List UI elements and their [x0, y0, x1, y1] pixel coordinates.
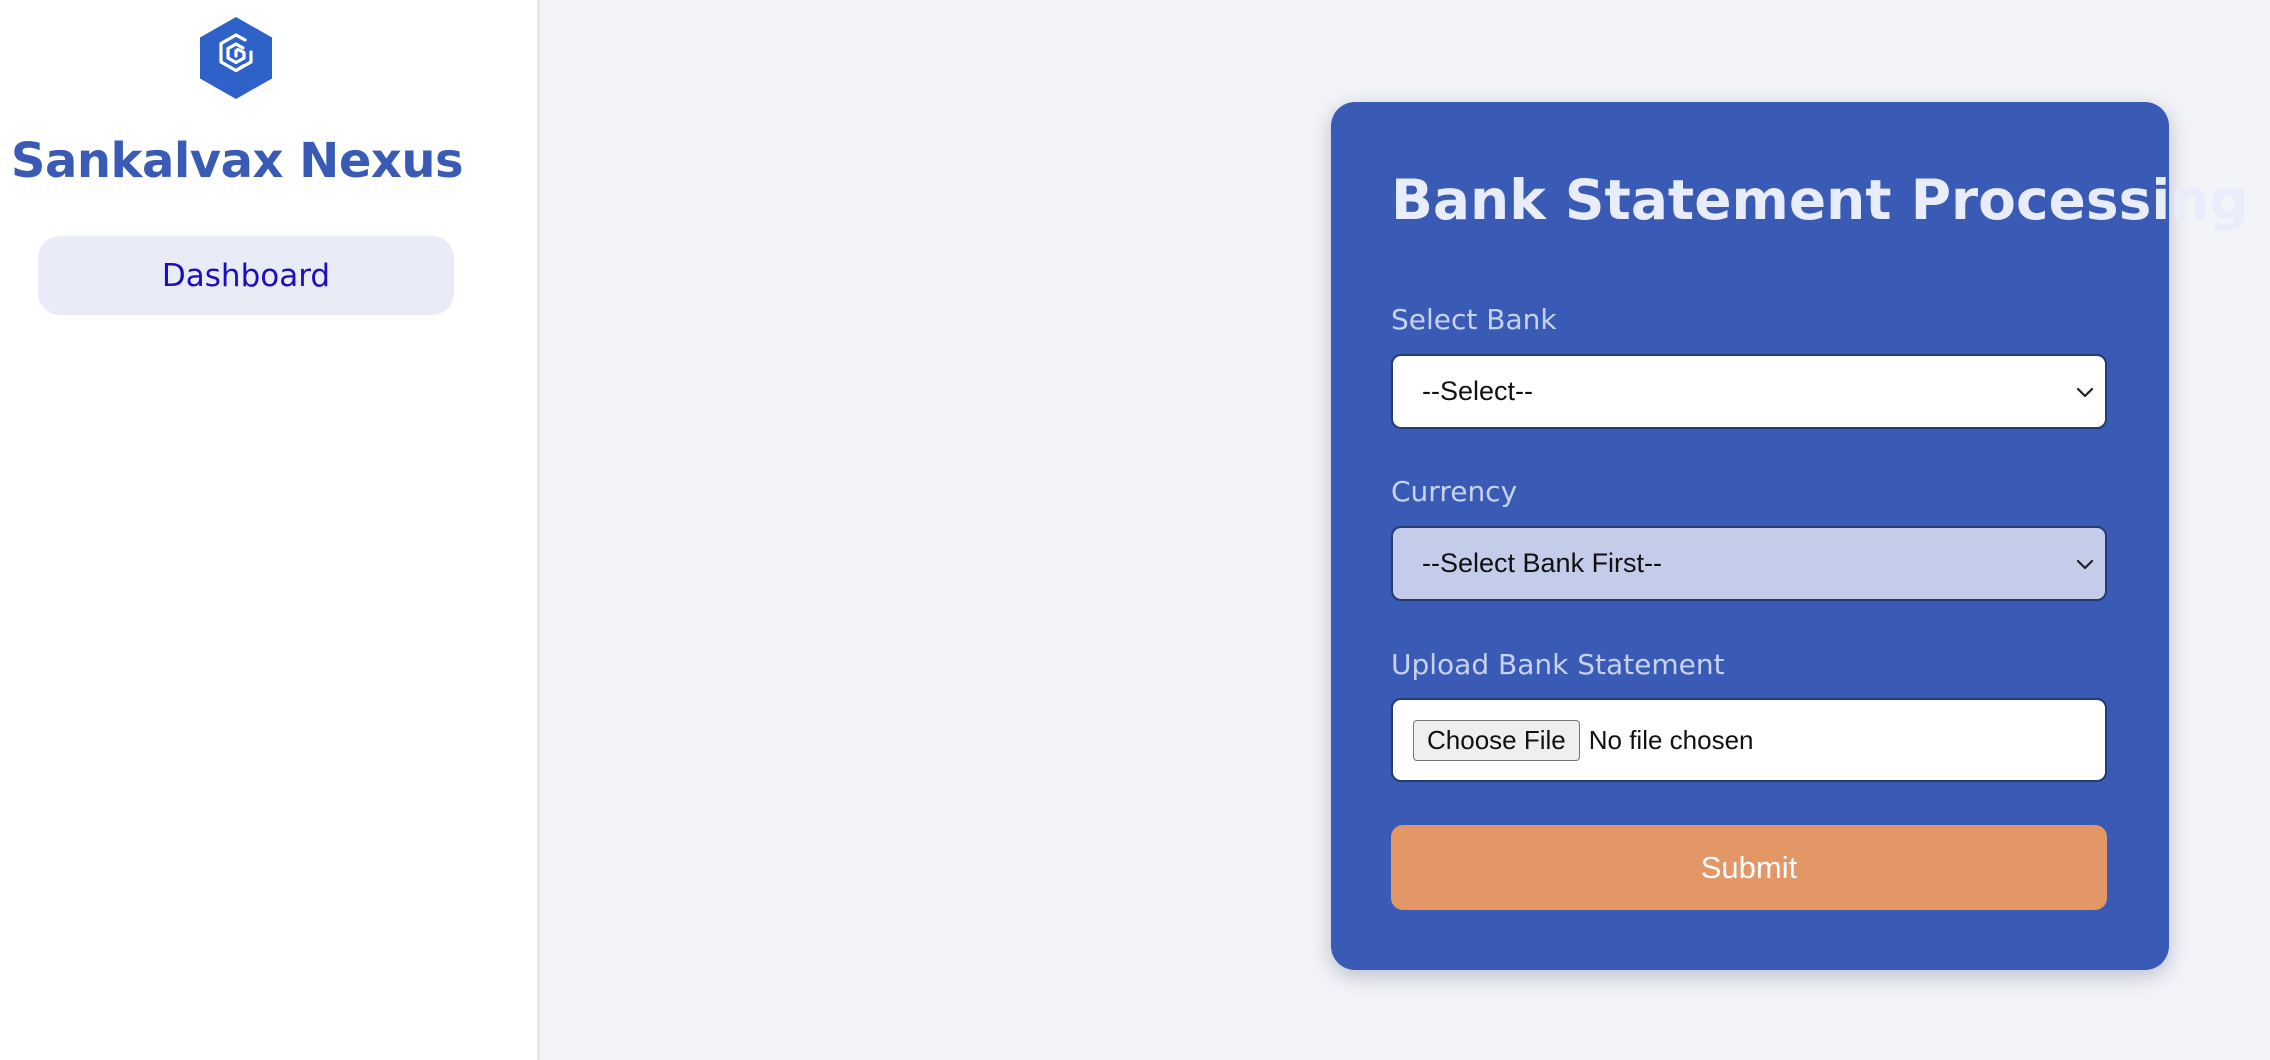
- currency-label: Currency: [1391, 475, 1518, 508]
- bank-statement-form-card: Bank Statement Processing Select Bank --…: [1331, 102, 2249, 970]
- select-bank-label: Select Bank: [1391, 303, 1557, 336]
- sidebar: Sankalvax Nexus Dashboard: [0, 0, 540, 1060]
- select-bank-dropdown[interactable]: --Select--: [1391, 354, 2107, 429]
- hexagon-logo-icon: [197, 15, 275, 101]
- sidebar-item-dashboard[interactable]: Dashboard: [38, 236, 454, 315]
- chevron-down-icon: [2076, 387, 2094, 398]
- upload-statement-input[interactable]: Choose File No file chosen: [1391, 698, 2107, 782]
- chevron-down-icon: [2076, 559, 2094, 570]
- form-title: Bank Statement Processing: [1391, 168, 2249, 232]
- file-status-text: No file chosen: [1588, 724, 1754, 755]
- submit-button[interactable]: Submit: [1391, 825, 2107, 910]
- currency-value: --Select Bank First--: [1422, 548, 1663, 578]
- select-bank-value: --Select--: [1422, 376, 1534, 406]
- upload-statement-label: Upload Bank Statement: [1391, 648, 1725, 681]
- choose-file-button[interactable]: Choose File: [1413, 719, 1580, 761]
- currency-dropdown[interactable]: --Select Bank First--: [1391, 526, 2107, 601]
- brand-name: Sankalvax Nexus: [10, 133, 464, 189]
